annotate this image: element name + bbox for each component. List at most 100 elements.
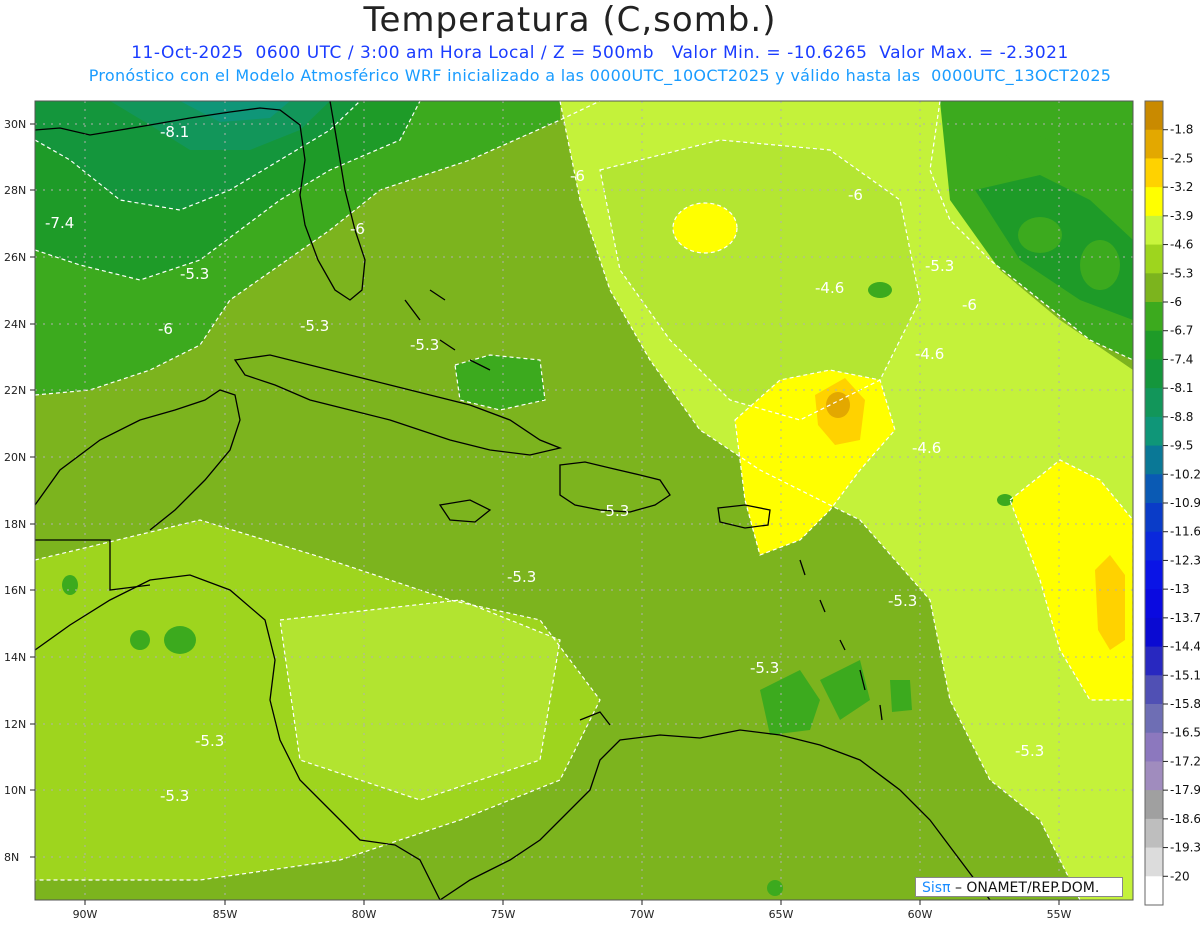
- colorbar-swatch: [1145, 732, 1163, 762]
- colorbar-label: -20: [1170, 869, 1190, 883]
- colorbar-label: -5.3: [1170, 266, 1193, 280]
- colorbar-label: -13.7: [1170, 611, 1200, 625]
- colorbar-swatch: [1145, 704, 1163, 734]
- colorbar-swatch: [1145, 675, 1163, 705]
- shaded-field: [35, 101, 1133, 900]
- colorbar-label: -1.8: [1170, 123, 1193, 137]
- colorbar-label: -6.7: [1170, 324, 1193, 338]
- lon-tick-label: 85W: [213, 908, 238, 921]
- credit-box: Sisπ – ONAMET/REP.DOM.: [915, 877, 1123, 897]
- contour-label: -5.3: [195, 732, 224, 750]
- colorbar-label: -8.8: [1170, 410, 1193, 424]
- contour-label: -6: [158, 320, 173, 338]
- lat-axis: 30N 28N 26N 24N 22N 20N 18N 16N 14N 12N 10N 8N: [4, 118, 35, 864]
- colorbar-swatch: [1145, 273, 1163, 303]
- colorbar-swatch: [1145, 129, 1163, 159]
- contour-label: -4.6: [912, 439, 941, 457]
- colorbar-swatch: [1145, 330, 1163, 360]
- lon-tick-label: 70W: [630, 908, 655, 921]
- colorbar-label: -16.5: [1170, 726, 1200, 740]
- lat-tick-label: 22N: [4, 384, 26, 397]
- contour-label: -5.3: [300, 317, 329, 335]
- colorbar-label: -9.5: [1170, 439, 1193, 453]
- lon-tick-label: 75W: [491, 908, 516, 921]
- contour-label: -5.3: [925, 257, 954, 275]
- colorbar-label: -13: [1170, 582, 1190, 596]
- contour-label: -5.3: [600, 502, 629, 520]
- colorbar-label: -17.2: [1170, 754, 1200, 768]
- colorbar-label: -3.9: [1170, 209, 1193, 223]
- colorbar-swatch: [1145, 474, 1163, 504]
- credit-org-text: – ONAMET/REP.DOM.: [950, 880, 1100, 896]
- lon-tick-label: 55W: [1047, 908, 1072, 921]
- contour-label: -6: [962, 296, 977, 314]
- contour-label: -6: [350, 220, 365, 238]
- contour-label: -5.3: [888, 592, 917, 610]
- colorbar-swatch: [1145, 790, 1163, 820]
- lat-tick-label: 18N: [4, 518, 26, 531]
- colorbar-swatch: [1145, 101, 1163, 131]
- contour-label: -5.3: [1015, 742, 1044, 760]
- colorbar-label: -10.9: [1170, 496, 1200, 510]
- lat-tick-label: 28N: [4, 184, 26, 197]
- colorbar-swatch: [1145, 761, 1163, 791]
- colorbar-swatch: [1145, 503, 1163, 533]
- colorbar-swatch: [1145, 388, 1163, 418]
- colorbar-label: -18.6: [1170, 812, 1200, 826]
- lat-tick-label: 26N: [4, 251, 26, 264]
- lat-tick-label: 14N: [4, 651, 26, 664]
- colorbar-label: -7.4: [1170, 352, 1193, 366]
- colorbar-swatch: [1145, 158, 1163, 188]
- lon-axis: 90W 85W 80W 75W 70W 65W 60W 55W: [73, 900, 1072, 921]
- colorbar-swatch: [1145, 876, 1163, 906]
- colorbar-swatch: [1145, 617, 1163, 648]
- contour-label: -5.3: [507, 568, 536, 586]
- colorbar-label: -12.3: [1170, 553, 1200, 567]
- contour-label: -5.3: [750, 659, 779, 677]
- lon-tick-label: 60W: [908, 908, 933, 921]
- colorbar-swatch: [1145, 215, 1163, 246]
- lat-tick-label: 10N: [4, 784, 26, 797]
- lat-tick-label: 16N: [4, 584, 26, 597]
- contour-label: -8.1: [160, 123, 189, 141]
- colorbar-swatch: [1145, 847, 1163, 877]
- colorbar-label: -19.3: [1170, 841, 1200, 855]
- colorbar-label: -14.4: [1170, 640, 1200, 654]
- colorbar-swatch: [1145, 818, 1163, 849]
- colorbar: -1.8 -2.5 -3.2 -3.9 -4.6 -5.3 -6 -6.7 -7.4 -8.1 -8…: [1144, 100, 1200, 906]
- contour-label: -6: [848, 186, 863, 204]
- colorbar-label: -15.8: [1170, 697, 1200, 711]
- contour-label: -7.4: [45, 214, 74, 232]
- colorbar-label: -3.2: [1170, 180, 1193, 194]
- lon-tick-label: 80W: [352, 908, 377, 921]
- colorbar-label: -10.2: [1170, 467, 1200, 481]
- colorbar-swatch: [1145, 560, 1163, 590]
- contour-label: -4.6: [815, 279, 844, 297]
- lon-tick-label: 90W: [73, 908, 98, 921]
- colorbar-label: -4.6: [1170, 238, 1193, 252]
- contour-label: -6: [570, 167, 585, 185]
- colorbar-swatch: [1145, 187, 1163, 217]
- colorbar-swatch: [1145, 302, 1163, 332]
- colorbar-label: -11.6: [1170, 525, 1200, 539]
- lat-tick-label: 24N: [4, 318, 26, 331]
- colorbar-swatch: [1145, 646, 1163, 676]
- contour-label: -5.3: [160, 787, 189, 805]
- lat-tick-label: 12N: [4, 718, 26, 731]
- colorbar-label: -15.1: [1170, 668, 1200, 682]
- colorbar-swatch: [1145, 416, 1163, 447]
- colorbar-label: -8.1: [1170, 381, 1193, 395]
- contour-label: -4.6: [915, 345, 944, 363]
- colorbar-swatch: [1145, 359, 1163, 389]
- colorbar-label: -2.5: [1170, 151, 1193, 165]
- colorbar-swatch: [1145, 445, 1163, 475]
- colorbar-swatch: [1145, 531, 1163, 561]
- lat-tick-label: 20N: [4, 451, 26, 464]
- lon-tick-label: 65W: [769, 908, 794, 921]
- colorbar-label: -6: [1170, 295, 1182, 309]
- lat-tick-label: 30N: [4, 118, 26, 131]
- colorbar-swatch: [1145, 589, 1163, 619]
- contour-label: -5.3: [410, 336, 439, 354]
- temperature-map: -8.1 -6 -7.4 -6 -6 -5.3 -5.3 -6 -5.3 -4.6 -6 -5.3 -4…: [4, 100, 1200, 921]
- lat-tick-label: 8N: [4, 851, 19, 864]
